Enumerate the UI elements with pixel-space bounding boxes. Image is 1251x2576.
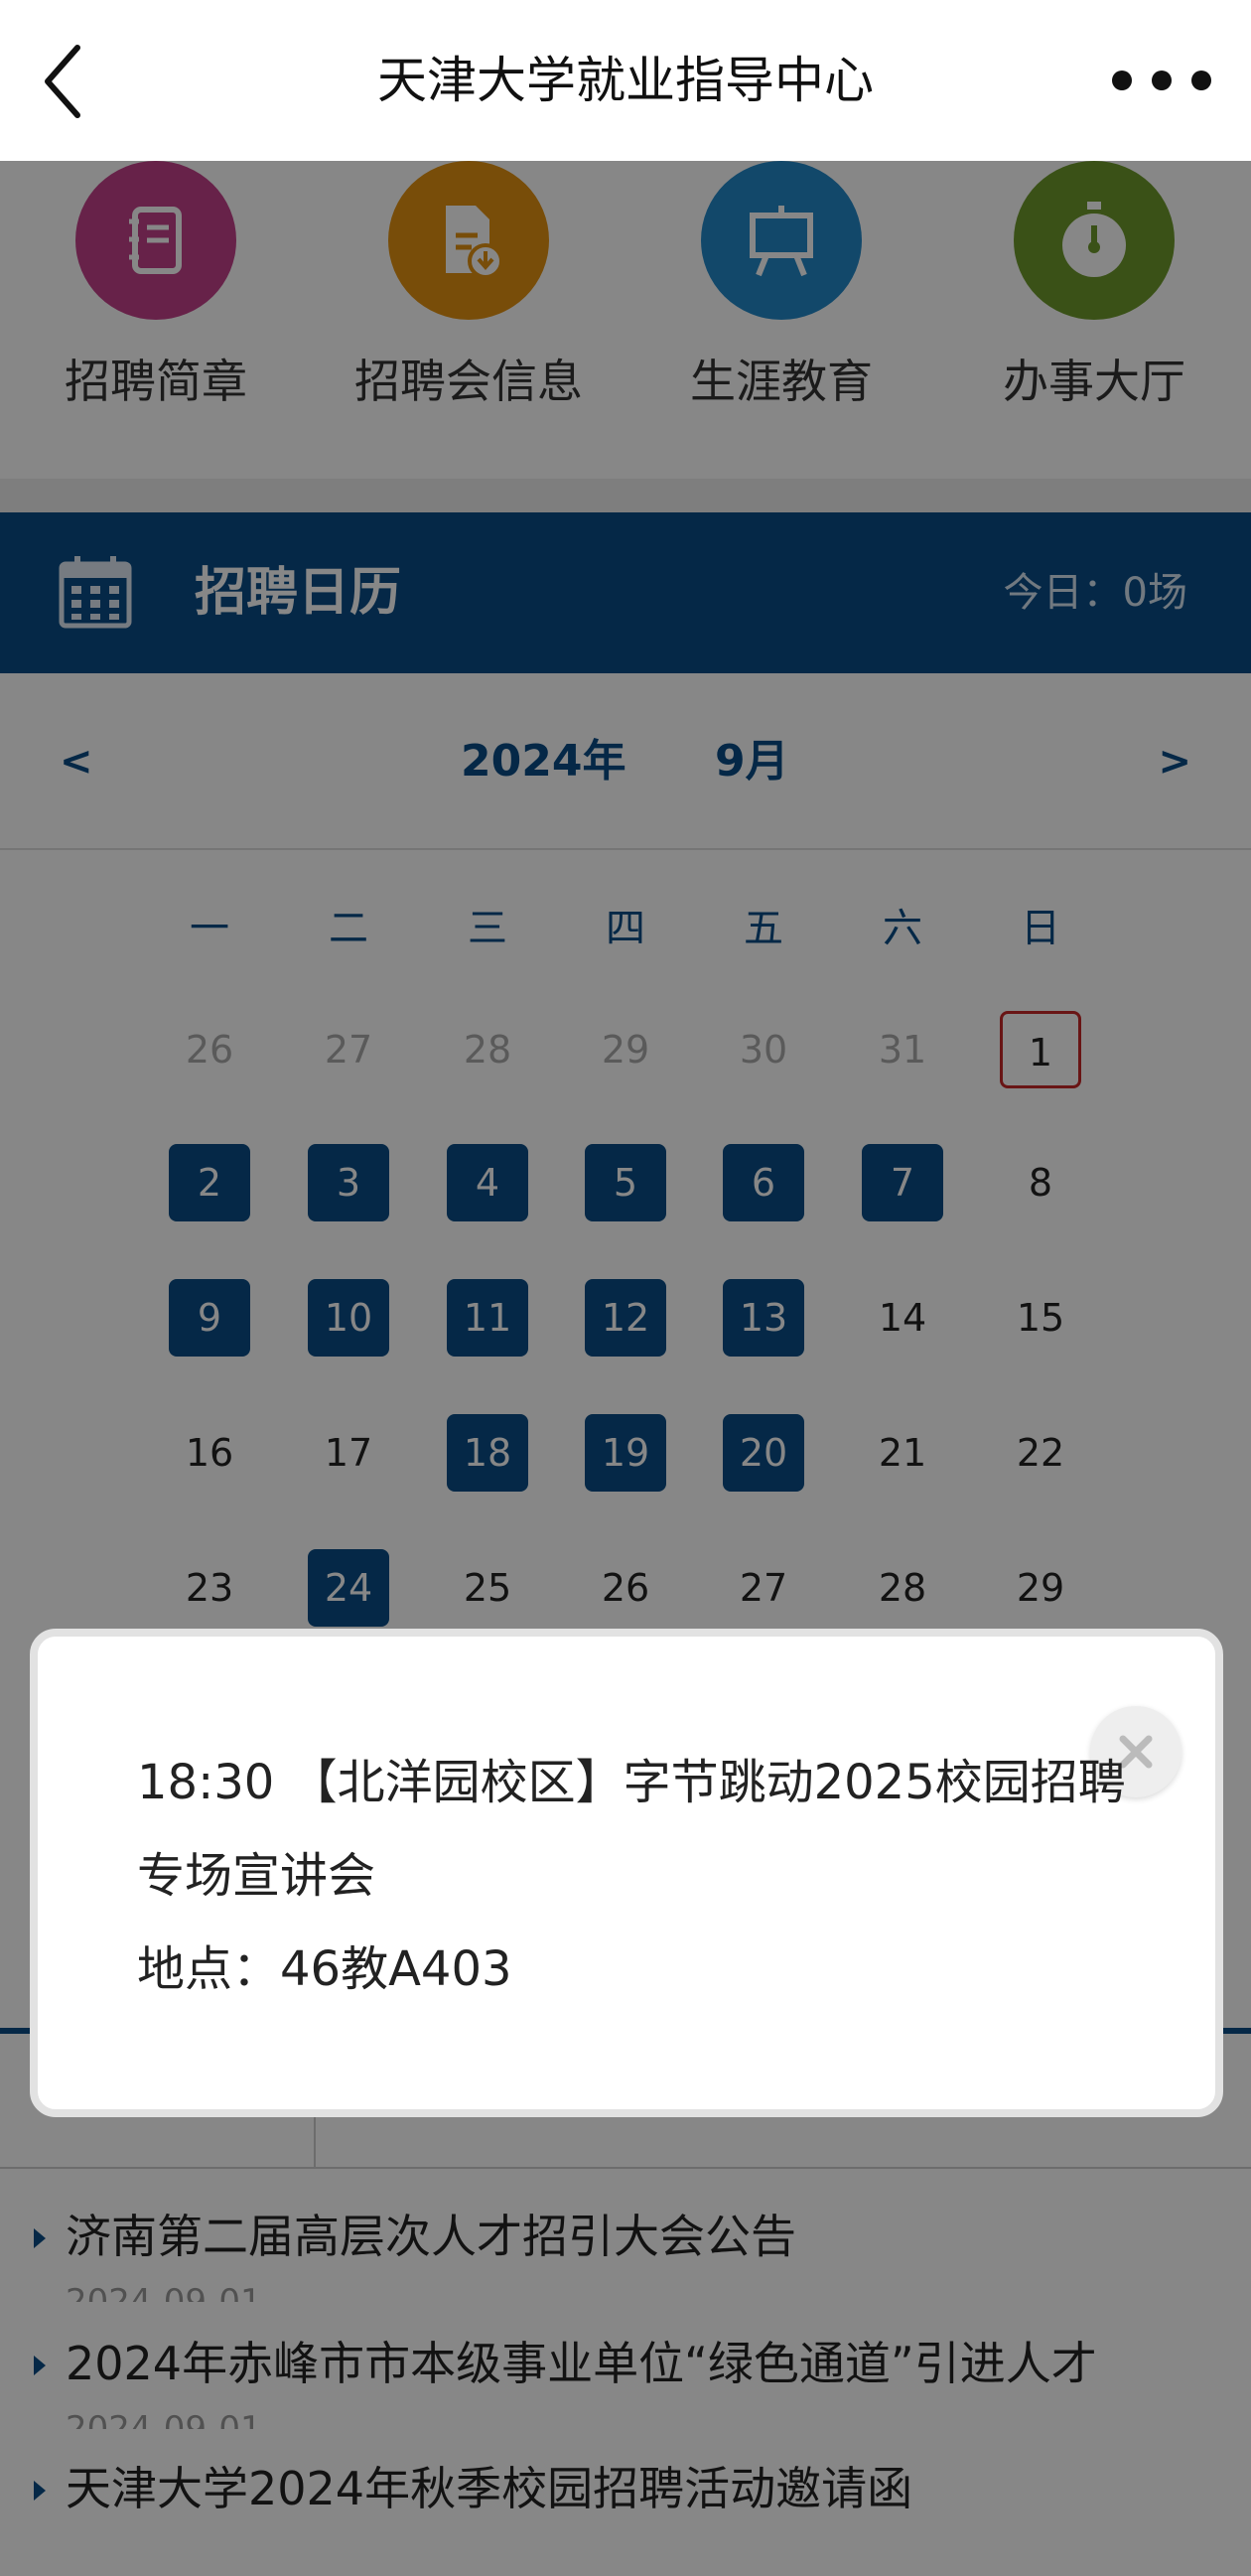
- event-detail-popup: 18:30 【北洋园校区】字节跳动2025校园招聘专场宣讲会 地点：46教A40…: [30, 1629, 1223, 2117]
- event-title: 18:30 【北洋园校区】字节跳动2025校园招聘专场宣讲会: [137, 1755, 1126, 1904]
- more-horizontal-icon: [1112, 71, 1132, 90]
- more-button[interactable]: [1112, 66, 1211, 95]
- popup-body: 18:30 【北洋园校区】字节跳动2025校园招聘专场宣讲会 地点：46教A40…: [137, 1736, 1130, 2016]
- modal-overlay[interactable]: [0, 161, 1251, 2576]
- page-title: 天津大学就业指导中心: [377, 52, 874, 109]
- top-nav-bar: 天津大学就业指导中心: [0, 0, 1251, 161]
- event-location: 地点：46教A403: [137, 1941, 512, 1997]
